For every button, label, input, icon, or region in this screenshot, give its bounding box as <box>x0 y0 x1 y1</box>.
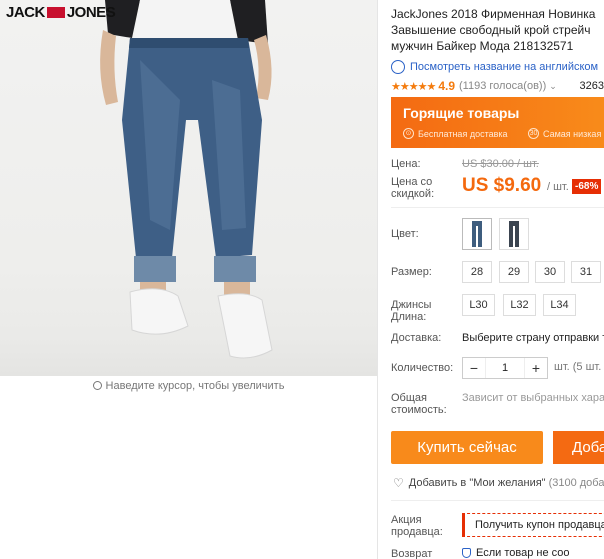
shipping-country-link[interactable]: Выберите страну отправки то <box>462 332 604 344</box>
free-shipping-feature: ⊙ Бесплатная доставка <box>403 128 508 139</box>
discount-price-label: Цена со скидкой: <box>391 176 434 200</box>
discount-price-label-line: скидкой: <box>391 188 435 200</box>
divider <box>391 207 604 208</box>
quantity-input[interactable]: 1 <box>485 358 525 378</box>
seller-promo-label: Акция продавца: <box>391 514 443 538</box>
price-unit: / шт. <box>547 181 569 193</box>
size-label: Размер: <box>391 266 432 278</box>
brand-logo-left: JACK <box>6 4 45 21</box>
seller-promo-label-line: Акция <box>391 514 422 526</box>
lowest-price-feature: 30 Самая низкая цена <box>528 128 604 139</box>
product-title-line: JackJones 2018 Фирменная Новинка <box>391 7 596 21</box>
translate-icon <box>391 60 405 74</box>
quantity-stepper: − 1 + <box>462 357 548 379</box>
wishlist-count: (3100 добавле <box>548 477 604 489</box>
color-label: Цвет: <box>391 228 419 240</box>
size-option[interactable]: 28 <box>462 261 492 283</box>
truck-icon: ⊙ <box>403 128 414 139</box>
product-title-line: Завышение свободный крой стрейч <box>391 23 591 37</box>
shield-icon <box>462 548 471 558</box>
product-title: JackJones 2018 Фирменная Новинка Завышен… <box>391 6 604 54</box>
size-option[interactable]: 30 <box>535 261 565 283</box>
length-label: Джинсы Длина: <box>391 299 431 323</box>
total-label: Общая стоимость: <box>391 392 447 416</box>
length-option[interactable]: L32 <box>503 294 536 316</box>
star-rating-icon: ★★★★★ <box>391 80 436 93</box>
translate-link-text: Посмотреть название на английском <box>410 61 599 73</box>
price-label: Цена: <box>391 158 421 170</box>
discount-price-label-line: Цена со <box>391 176 433 188</box>
seller-promo-label-line: продавца: <box>391 526 443 538</box>
rating-score: 4.9 <box>438 79 455 93</box>
rating-votes[interactable]: (1193 голоса(ов)) <box>459 80 546 92</box>
lowest-price-text: Самая низкая цена <box>543 128 604 139</box>
quantity-available-note: шт. (5 шт. - <box>554 361 604 373</box>
quantity-decrease-button[interactable]: − <box>463 358 485 378</box>
color-swatch-blue[interactable] <box>462 218 492 250</box>
buy-now-button[interactable]: Купить сейчас <box>391 431 543 464</box>
product-title-line: мужчин Байкер Мода 218132571 <box>391 39 574 53</box>
search-icon <box>92 381 102 390</box>
length-option[interactable]: L30 <box>462 294 495 316</box>
product-image[interactable]: JACK JONES <box>0 0 377 376</box>
hot-deals-title: Горящие товары <box>403 105 520 121</box>
quantity-label: Количество: <box>391 362 454 374</box>
chevron-down-icon[interactable]: ⌄ <box>549 81 557 92</box>
zoom-hint-text: Наведите курсор, чтобы увеличить <box>105 380 285 392</box>
free-shipping-text: Бесплатная доставка <box>418 128 508 139</box>
hot-deals-banner[interactable]: Горящие товары ⊙ Бесплатная доставка 30 … <box>391 97 604 148</box>
length-label-line: Джинсы <box>391 299 432 311</box>
jeans-thumbnail-icon <box>472 221 482 247</box>
total-label-line: Общая <box>391 392 427 404</box>
brand-logo-mark <box>46 7 65 18</box>
returns-policy-text: Если товар не соо <box>476 547 570 559</box>
get-seller-coupon-button[interactable]: Получить купон продавца <box>462 513 604 537</box>
heart-icon: ♡ <box>393 476 404 490</box>
returns-label: Возврат <box>391 548 433 559</box>
add-to-wishlist-link[interactable]: ♡ Добавить в "Мои желания" (3100 добавле <box>393 476 604 490</box>
discount-price: US $9.60 <box>462 175 542 196</box>
jeans-model-illustration <box>100 0 273 359</box>
brand-logo: JACK JONES <box>6 4 116 21</box>
zoom-hint: Наведите курсор, чтобы увеличить <box>0 380 377 392</box>
total-cost-text: Зависит от выбранных характ <box>462 392 604 404</box>
brand-logo-right: JONES <box>66 4 116 21</box>
length-label-line: Длина: <box>391 311 427 323</box>
shipping-label: Доставка: <box>391 332 442 344</box>
returns-policy[interactable]: Если товар не соо <box>462 547 569 559</box>
orders-count: 3263 <box>579 80 604 92</box>
rating-row: ★★★★★ 4.9 (1193 голоса(ов)) ⌄ 3263 <box>391 79 604 93</box>
add-to-cart-button[interactable]: Доба <box>553 431 604 464</box>
translate-title-link[interactable]: Посмотреть название на английском <box>391 60 598 74</box>
wishlist-text: Добавить в "Мои желания" <box>408 477 546 489</box>
total-label-line: стоимость: <box>391 404 447 416</box>
length-option[interactable]: L34 <box>543 294 576 316</box>
original-price: US $30.00 / шт. <box>462 158 539 170</box>
quantity-increase-button[interactable]: + <box>525 358 547 378</box>
column-divider <box>377 0 378 559</box>
divider <box>391 500 604 501</box>
discount-badge: -68% <box>572 179 602 194</box>
color-swatch-dark[interactable] <box>499 218 529 250</box>
jeans-thumbnail-icon <box>509 221 519 247</box>
lowest-price-icon: 30 <box>528 128 539 139</box>
size-option[interactable]: 29 <box>499 261 529 283</box>
size-option[interactable]: 31 <box>571 261 601 283</box>
